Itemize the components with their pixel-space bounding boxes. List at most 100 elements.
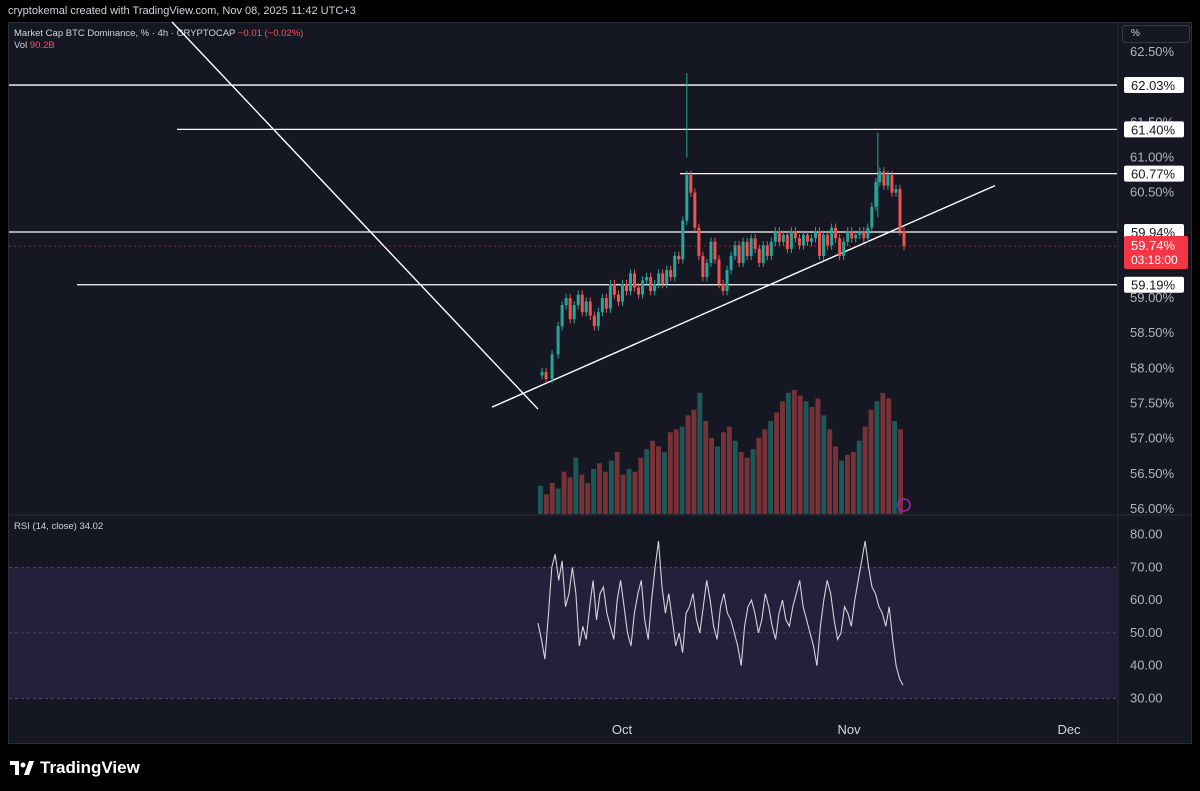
candle-body: [717, 259, 721, 285]
candle-body: [580, 294, 584, 313]
volume-bar: [839, 460, 844, 514]
candle-body: [793, 231, 797, 239]
candle-body: [637, 287, 641, 295]
volume-bar: [750, 449, 756, 514]
volume-bar: [856, 440, 862, 514]
candle-body: [572, 305, 576, 320]
level-label: 60.77%: [1131, 167, 1176, 182]
price-tick-label: 57.50%: [1130, 396, 1175, 411]
volume-bar: [886, 398, 892, 514]
candle-body: [753, 238, 757, 249]
candle-body: [761, 245, 765, 263]
volume-bar: [850, 452, 856, 514]
candle-body: [677, 255, 681, 260]
candle-body: [633, 273, 637, 288]
time-tick-label: Dec: [1057, 722, 1081, 737]
volume-bar: [549, 483, 555, 514]
volume-bar: [780, 401, 785, 514]
price-tick-label: 57.00%: [1130, 431, 1175, 446]
tradingview-logo: TradingView: [10, 758, 140, 778]
volume-bar: [797, 395, 803, 514]
candle-body: [657, 273, 661, 285]
volume-bar: [892, 421, 898, 514]
candle-body: [612, 284, 616, 295]
candle-body: [673, 255, 677, 277]
rsi-tick-label: 60.00: [1130, 592, 1163, 607]
candle-body: [604, 298, 608, 309]
descending-trendline: [171, 21, 539, 410]
candle-body: [749, 238, 753, 256]
price-tick-label: 56.50%: [1130, 466, 1175, 481]
candle-body: [584, 301, 588, 313]
candle-body: [653, 284, 657, 292]
candle-body: [765, 245, 769, 256]
rsi-tick-label: 40.00: [1130, 658, 1163, 673]
volume-bar: [650, 440, 656, 514]
volume-bar: [833, 446, 839, 514]
candle-body: [669, 269, 673, 277]
candle-body: [596, 312, 600, 327]
volume-bar: [614, 452, 620, 514]
price-tick-label: 58.00%: [1130, 360, 1175, 375]
candle-body: [649, 276, 653, 292]
volume-bar: [620, 474, 626, 514]
time-tick-label: Oct: [612, 722, 633, 737]
candle-body: [641, 280, 645, 295]
volume-bar: [538, 485, 543, 514]
candle-body: [769, 241, 773, 256]
price-tick-label: 60.50%: [1130, 185, 1175, 200]
rsi-tick-label: 50.00: [1130, 625, 1163, 640]
volume-bar: [709, 437, 715, 514]
volume-bar: [815, 398, 821, 514]
ascending-trendline: [491, 184, 996, 408]
candle-body: [701, 255, 705, 277]
candle-body: [697, 227, 701, 256]
candle-body: [645, 276, 649, 281]
candle-body: [741, 241, 745, 263]
volume-bar: [756, 437, 762, 514]
volume-bar: [573, 457, 579, 514]
volume-bar: [691, 409, 697, 514]
candle-body: [757, 248, 761, 263]
rsi-tick-label: 30.00: [1130, 690, 1163, 705]
volume-bar: [597, 463, 602, 514]
candle-body: [592, 315, 596, 327]
candle-body: [721, 284, 725, 292]
volume-bar: [726, 426, 732, 514]
chart-svg: 62.50%62.00%61.50%61.00%60.50%59.50%59.0…: [9, 21, 1191, 743]
candle-body: [898, 189, 902, 232]
tradingview-brand: TradingView: [40, 758, 140, 777]
candle-body: [862, 231, 866, 239]
volume-bar: [638, 457, 644, 514]
volume-bar: [821, 415, 827, 514]
candle-body: [866, 227, 870, 239]
candle-body: [693, 192, 697, 228]
candle-body: [588, 301, 592, 316]
candle-body: [826, 234, 830, 246]
volume-bar: [874, 401, 880, 514]
candle-body: [838, 238, 842, 256]
volume-bar: [644, 449, 650, 514]
candle-body: [809, 238, 813, 242]
candle-body: [874, 182, 878, 207]
candle-body: [600, 298, 604, 313]
volume-bar: [632, 471, 638, 514]
volume-bar: [762, 429, 768, 514]
level-label: 61.40%: [1131, 122, 1176, 137]
volume-bar: [543, 494, 549, 514]
volume-bar: [868, 409, 874, 514]
volume-bar: [774, 412, 780, 514]
time-tick-label: Nov: [837, 722, 861, 737]
candle-body: [608, 284, 612, 309]
candle-body: [725, 269, 729, 292]
candle-body: [785, 234, 789, 249]
candle-body: [560, 305, 564, 327]
candle-body: [624, 284, 628, 292]
volume-bar: [715, 446, 720, 514]
candle-body: [846, 231, 850, 242]
candle-body: [556, 326, 560, 355]
rsi-tick-label: 70.00: [1130, 559, 1163, 574]
volume-bar: [844, 454, 850, 514]
candle-body: [705, 262, 709, 277]
last-price-label: 59.74%: [1131, 238, 1176, 253]
